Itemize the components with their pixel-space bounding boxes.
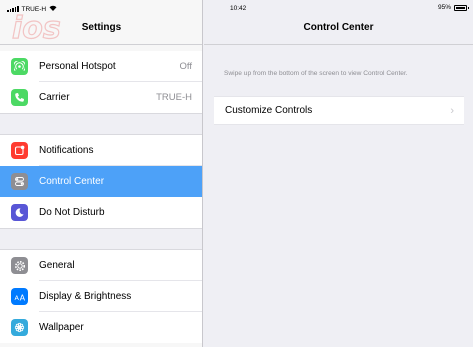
- wallpaper-icon: [11, 319, 28, 336]
- sidebar-item-value: Off: [179, 61, 193, 72]
- sidebar-item-label: Display & Brightness: [39, 291, 132, 302]
- status-battery: 95%: [437, 4, 469, 11]
- sidebar-item-display-brightness[interactable]: AA Display & Brightness: [0, 281, 202, 312]
- svg-text:A: A: [19, 293, 25, 302]
- wifi-icon: [49, 5, 57, 13]
- sidebar-title: Settings: [81, 22, 122, 33]
- group-separator: [0, 113, 202, 135]
- sidebar-item-control-center[interactable]: Control Center: [0, 166, 202, 197]
- customize-controls-row[interactable]: Customize Controls ›: [214, 96, 464, 125]
- personal-hotspot-icon: [11, 58, 28, 75]
- display-brightness-icon: AA: [11, 288, 28, 305]
- sidebar-item-do-not-disturb[interactable]: Do Not Disturb: [0, 197, 202, 228]
- control-center-hint: Swipe up from the bottom of the screen t…: [224, 70, 408, 77]
- chevron-right-icon: ›: [450, 104, 454, 117]
- sidebar-item-label: Notifications: [39, 145, 94, 156]
- status-time: 10:42: [230, 5, 247, 12]
- battery-percent: 95%: [437, 4, 451, 11]
- carrier-name: TRUE-H: [21, 5, 47, 13]
- moon-icon: [11, 204, 28, 221]
- sidebar-item-label: Personal Hotspot: [39, 61, 116, 72]
- gear-icon: [11, 257, 28, 274]
- sidebar-item-label: Wallpaper: [39, 322, 84, 333]
- settings-sidebar: TRUE-H ios Settings Personal Hotspot Off…: [0, 0, 203, 347]
- sidebar-item-carrier[interactable]: Carrier TRUE-H: [0, 82, 202, 113]
- sidebar-item-general[interactable]: General: [0, 250, 202, 281]
- sidebar-item-label: Do Not Disturb: [39, 207, 105, 218]
- sidebar-item-value: TRUE-H: [156, 92, 192, 103]
- customize-controls-label: Customize Controls: [225, 105, 313, 116]
- sidebar-item-label: Control Center: [39, 176, 105, 187]
- notifications-icon: [11, 142, 28, 159]
- status-bar-left: TRUE-H: [7, 5, 57, 13]
- detail-pane: 10:42 95% Control Center Swipe up from t…: [204, 0, 473, 347]
- sidebar-item-personal-hotspot[interactable]: Personal Hotspot Off: [0, 51, 202, 82]
- sidebar-item-label: Carrier: [39, 92, 70, 103]
- sidebar-item-notifications[interactable]: Notifications: [0, 135, 202, 166]
- sidebar-item-label: General: [39, 260, 75, 271]
- page-title: Control Center: [303, 22, 374, 33]
- battery-icon: [454, 4, 469, 11]
- signal-icon: [7, 6, 19, 12]
- phone-icon: [11, 89, 28, 106]
- group-separator: [0, 228, 202, 250]
- sidebar-item-wallpaper[interactable]: Wallpaper: [0, 312, 202, 343]
- control-center-icon: [11, 173, 28, 190]
